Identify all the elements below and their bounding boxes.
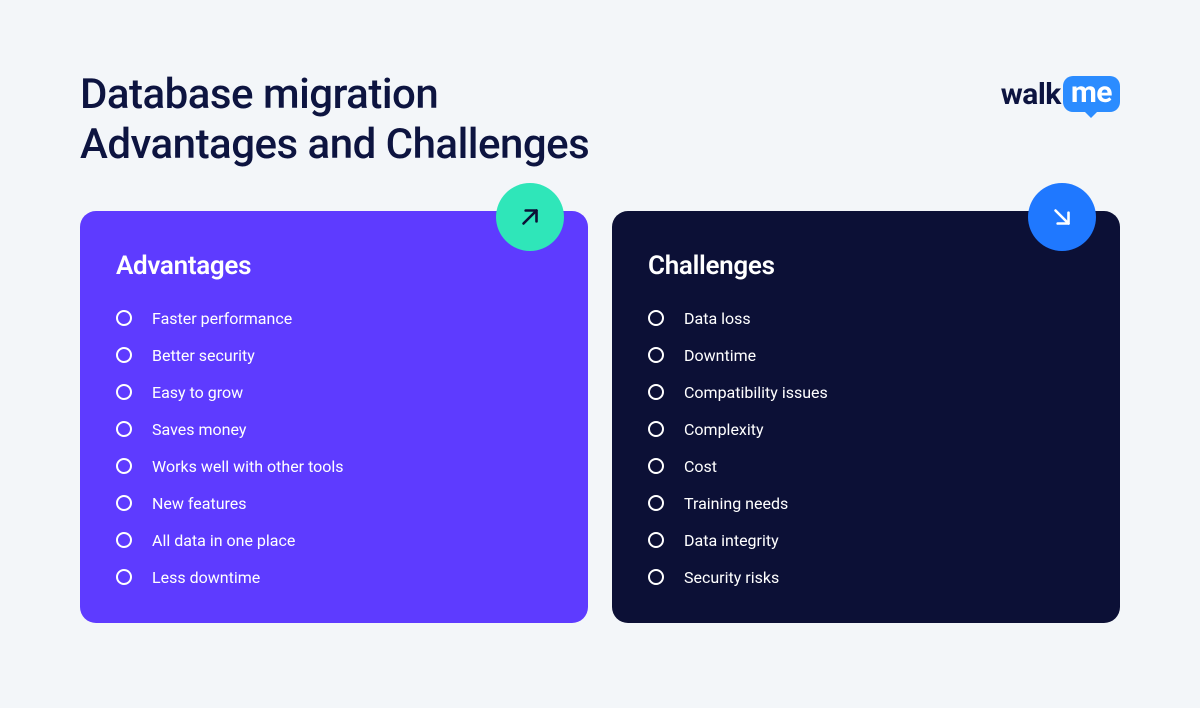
bullet-icon	[116, 569, 132, 585]
bullet-icon	[116, 310, 132, 326]
advantages-list: Faster performance Better security Easy …	[116, 309, 552, 587]
list-item: Complexity	[648, 420, 1084, 439]
bullet-icon	[648, 421, 664, 437]
list-item: Better security	[116, 346, 552, 365]
arrow-down-right-icon	[1028, 183, 1096, 251]
list-item: Security risks	[648, 568, 1084, 587]
bullet-icon	[648, 458, 664, 474]
list-item: Saves money	[116, 420, 552, 439]
list-item: Data loss	[648, 309, 1084, 328]
challenges-title: Challenges	[648, 251, 1084, 281]
challenges-list: Data loss Downtime Compatibility issues …	[648, 309, 1084, 587]
list-item: New features	[116, 494, 552, 513]
bullet-icon	[648, 347, 664, 363]
advantages-title: Advantages	[116, 251, 552, 281]
list-item: Compatibility issues	[648, 383, 1084, 402]
logo-walk: walk	[1001, 77, 1061, 112]
bullet-icon	[116, 384, 132, 400]
list-item: Easy to grow	[116, 383, 552, 402]
list-item: Cost	[648, 457, 1084, 476]
bullet-icon	[648, 532, 664, 548]
list-item: Data integrity	[648, 531, 1084, 550]
bullet-icon	[116, 532, 132, 548]
list-item: Training needs	[648, 494, 1084, 513]
list-item: Faster performance	[116, 309, 552, 328]
logo-me: me	[1063, 76, 1120, 112]
challenges-card: Challenges Data loss Downtime Compatibil…	[612, 211, 1120, 623]
title-line2: Advantages and Challenges	[80, 120, 589, 169]
title-line1: Database migration	[80, 70, 438, 119]
bullet-icon	[648, 384, 664, 400]
list-item: Works well with other tools	[116, 457, 552, 476]
list-item: All data in one place	[116, 531, 552, 550]
list-item: Downtime	[648, 346, 1084, 365]
bullet-icon	[648, 569, 664, 585]
walkme-logo: walkme	[1001, 76, 1120, 112]
bullet-icon	[116, 421, 132, 437]
bullet-icon	[648, 310, 664, 326]
page-title: Database migration Advantages and Challe…	[80, 70, 589, 171]
bullet-icon	[648, 495, 664, 511]
bullet-icon	[116, 495, 132, 511]
list-item: Less downtime	[116, 568, 552, 587]
advantages-card: Advantages Faster performance Better sec…	[80, 211, 588, 623]
bullet-icon	[116, 458, 132, 474]
arrow-up-right-icon	[496, 183, 564, 251]
bullet-icon	[116, 347, 132, 363]
